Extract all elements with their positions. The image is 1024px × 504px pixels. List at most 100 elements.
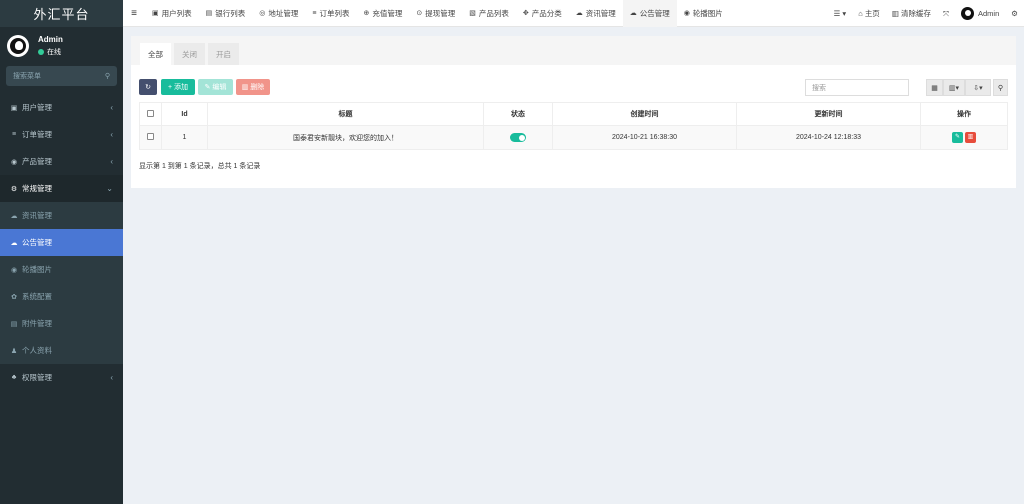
edit-button[interactable]: ✎ 编辑 xyxy=(198,79,233,95)
toggle-view-icon[interactable]: ▦ xyxy=(926,79,943,96)
pencil-icon: ✎ xyxy=(205,83,211,91)
export-dropdown-icon[interactable]: ⇩▾ xyxy=(965,79,991,96)
trash-icon: ▥ xyxy=(242,83,249,91)
cloud-icon: ☁ xyxy=(576,9,583,17)
cloud-icon: ☁ xyxy=(9,239,19,247)
brand-title[interactable]: 外汇平台 xyxy=(0,0,123,27)
tab-user-list[interactable]: ▣用户列表 xyxy=(145,0,199,27)
sidebar-item-products[interactable]: ◉产品管理‹ xyxy=(0,148,123,175)
tabs-dropdown-icon[interactable]: ☰ ▾ xyxy=(828,9,853,18)
tab-deposit[interactable]: ⊕充值管理 xyxy=(356,0,409,27)
home-link[interactable]: ⌂ 主页 xyxy=(852,8,886,19)
row-checkbox[interactable] xyxy=(147,133,154,140)
sidebar-item-announcements[interactable]: ☁公告管理 xyxy=(0,229,123,256)
cloud-icon: ☁ xyxy=(9,212,19,220)
col-updated[interactable]: 更新时间 xyxy=(737,103,921,126)
filter-tabs: 全部 关闭 开启 xyxy=(131,36,1016,65)
user-status: 在线 xyxy=(38,47,63,57)
person-icon: ♟ xyxy=(9,347,19,355)
select-all-checkbox[interactable] xyxy=(147,110,154,117)
sidebar-item-general[interactable]: ⚙常规管理⌄ xyxy=(0,175,123,202)
filter-tab-closed[interactable]: 关闭 xyxy=(174,43,205,65)
product-icon: ▧ xyxy=(469,9,476,17)
box-icon: ◉ xyxy=(9,158,19,166)
list-icon: ≡ xyxy=(9,131,19,138)
columns-dropdown-icon[interactable]: ▥▾ xyxy=(943,79,965,96)
cell-created: 2024-10-21 16:38:30 xyxy=(553,126,737,150)
tab-carousel[interactable]: ◉轮播图片 xyxy=(677,0,730,27)
refresh-button[interactable]: ↻ xyxy=(139,79,157,95)
user-icon: ▣ xyxy=(9,104,19,112)
row-delete-button[interactable]: ▥ xyxy=(965,132,976,143)
chevron-left-icon: ‹ xyxy=(110,130,113,139)
tab-order-list[interactable]: ≡订单列表 xyxy=(305,0,356,27)
fullscreen-icon[interactable]: ⤧ xyxy=(937,9,955,19)
bank-icon: ▤ xyxy=(206,9,213,17)
tab-announcements[interactable]: ☁公告管理 xyxy=(623,0,677,27)
sidebar-item-orders[interactable]: ≡订单管理‹ xyxy=(0,121,123,148)
filter-tab-open[interactable]: 开启 xyxy=(208,43,239,65)
table-row: 1 国泰君安新靓块，欢迎您的加入！ 2024-10-21 16:38:30 20… xyxy=(140,126,1008,150)
pencil-icon: ✎ xyxy=(955,134,960,140)
chevron-left-icon: ‹ xyxy=(110,373,113,382)
sidebar-item-profile[interactable]: ♟个人资料 xyxy=(0,337,123,364)
trash-icon: ▥ xyxy=(968,134,974,140)
user-name: Admin xyxy=(38,35,63,44)
delete-button[interactable]: ▥ 删除 xyxy=(236,79,270,95)
tab-address[interactable]: ◎地址管理 xyxy=(252,0,305,27)
sidebar-item-permissions[interactable]: ♣权限管理‹ xyxy=(0,364,123,391)
cogs-icon: ⚙ xyxy=(9,185,19,193)
clear-cache-button[interactable]: ▥ 清除缓存 xyxy=(886,8,937,19)
side-menu: ▣用户管理‹ ≡订单管理‹ ◉产品管理‹ ⚙常规管理⌄ ☁资讯管理 ☁公告管理 … xyxy=(0,94,123,391)
tab-product-category[interactable]: ✥产品分类 xyxy=(516,0,569,27)
row-edit-button[interactable]: ✎ xyxy=(952,132,963,143)
menu-toggle-icon[interactable]: ≡ xyxy=(123,8,145,19)
pagination-summary: 显示第 1 到第 1 条记录，总共 1 条记录 xyxy=(139,161,260,171)
sidebar-item-news[interactable]: ☁资讯管理 xyxy=(0,202,123,229)
plus-icon: + xyxy=(168,84,172,91)
circle-icon: ◉ xyxy=(9,266,19,274)
announcements-table: Id 标题 状态 创建时间 更新时间 操作 1 国泰君安新靓块，欢迎您的加入！ … xyxy=(139,102,1008,150)
cell-title: 国泰君安新靓块，欢迎您的加入！ xyxy=(208,126,484,150)
table-header-row: Id 标题 状态 创建时间 更新时间 操作 xyxy=(140,103,1008,126)
withdraw-icon: ⊙ xyxy=(416,9,422,17)
trash-icon: ▥ xyxy=(892,9,899,18)
circle-icon: ◉ xyxy=(684,9,690,17)
sidebar-item-carousel[interactable]: ◉轮播图片 xyxy=(0,256,123,283)
user-panel: Admin 在线 xyxy=(0,27,123,64)
chevron-down-icon: ⌄ xyxy=(106,184,113,193)
sidebar-item-system-config[interactable]: ✿系统配置 xyxy=(0,283,123,310)
top-nav: ≡ ▣用户列表 ▤银行列表 ◎地址管理 ≡订单列表 ⊕充值管理 ⊙提现管理 ▧产… xyxy=(123,0,1024,27)
sidebar-search-input[interactable]: 搜索菜单 ⚲ xyxy=(6,66,117,86)
cloud-icon: ☁ xyxy=(630,9,637,17)
add-button[interactable]: + 添加 xyxy=(161,79,195,95)
category-icon: ✥ xyxy=(523,9,529,17)
table-tools: ▦ ▥▾ ⇩▾ xyxy=(926,79,991,96)
admin-menu[interactable]: Admin xyxy=(955,7,1005,20)
gear-icon: ✿ xyxy=(9,293,19,301)
col-id[interactable]: Id xyxy=(162,103,208,126)
group-icon: ♣ xyxy=(9,374,19,381)
sidebar-item-attachments[interactable]: ▤附件管理 xyxy=(0,310,123,337)
tab-product-list[interactable]: ▧产品列表 xyxy=(462,0,516,27)
col-created[interactable]: 创建时间 xyxy=(553,103,737,126)
status-toggle[interactable] xyxy=(510,133,526,142)
col-actions: 操作 xyxy=(921,103,1008,126)
home-icon: ⌂ xyxy=(858,9,863,18)
search-icon[interactable]: ⚲ xyxy=(993,79,1008,96)
table-search-input[interactable]: 搜索 xyxy=(805,79,909,96)
tab-news[interactable]: ☁资讯管理 xyxy=(569,0,623,27)
filter-tab-all[interactable]: 全部 xyxy=(140,43,171,65)
col-title[interactable]: 标题 xyxy=(208,103,484,126)
col-status[interactable]: 状态 xyxy=(484,103,553,126)
user-icon: ▣ xyxy=(152,9,159,17)
tab-bank-list[interactable]: ▤银行列表 xyxy=(199,0,253,27)
cell-updated: 2024-10-24 12:18:33 xyxy=(737,126,921,150)
avatar xyxy=(7,35,29,57)
toolbar: ↻ + 添加 ✎ 编辑 ▥ 删除 搜索 ▦ ▥▾ ⇩▾ ⚲ xyxy=(131,65,1016,98)
search-icon: ⚲ xyxy=(105,72,110,80)
settings-icon[interactable]: ⚙ xyxy=(1005,9,1024,18)
sidebar-item-users[interactable]: ▣用户管理‹ xyxy=(0,94,123,121)
refresh-icon: ↻ xyxy=(145,83,151,91)
tab-withdraw[interactable]: ⊙提现管理 xyxy=(409,0,462,27)
